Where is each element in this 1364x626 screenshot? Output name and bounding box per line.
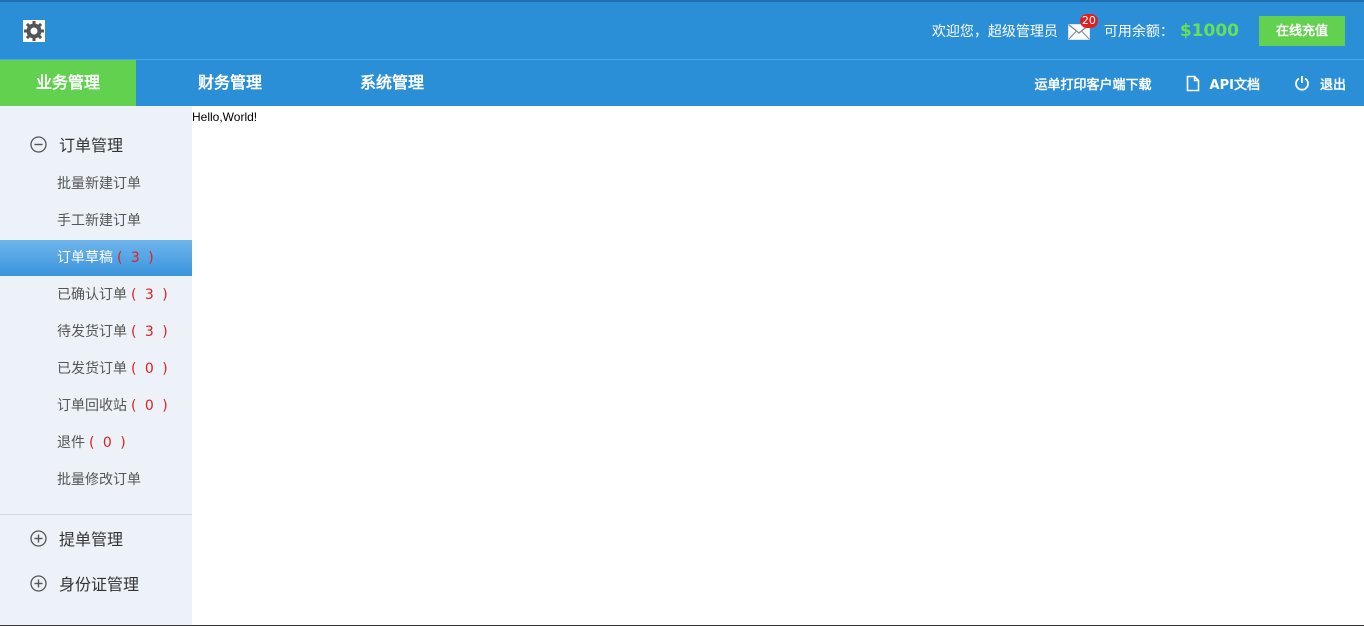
sidebar-item-label: 批量新建订单 xyxy=(57,176,141,192)
sidebar-item-label: 已发货订单 xyxy=(57,361,127,377)
sidebar-item-count: ( 0 ) xyxy=(131,398,170,414)
sidebar-item-label: 已确认订单 xyxy=(57,287,127,303)
sidebar-item-label: 手工新建订单 xyxy=(57,213,141,229)
sidebar-item-returns[interactable]: 退件( 0 ) xyxy=(0,425,192,461)
sidebar-group-orders-label: 订单管理 xyxy=(59,136,124,155)
sidebar-item-confirmed[interactable]: 已确认订单( 3 ) xyxy=(0,277,192,313)
sidebar-divider xyxy=(0,514,192,515)
balance-label: 可用余额： xyxy=(1103,23,1174,40)
sidebar-group-bill-of-lading[interactable]: 提单管理 xyxy=(30,526,123,550)
power-icon xyxy=(1295,76,1309,91)
sidebar: 订单管理 批量新建订单 手工新建订单 订单草稿( 3 ) 已确认订单( 3 ) … xyxy=(0,106,192,626)
content-text: Hello,World! xyxy=(192,110,258,124)
gear-icon[interactable] xyxy=(22,19,46,43)
header-user-area: 欢迎您，超级管理员 20 可用余额： $1000 在线充值 xyxy=(932,2,1345,59)
main-content: Hello,World! xyxy=(192,106,1364,626)
logout-link[interactable]: 退出 xyxy=(1294,74,1346,93)
sidebar-item-pending-shipment[interactable]: 待发货订单( 3 ) xyxy=(0,314,192,350)
sidebar-group-orders[interactable]: 订单管理 xyxy=(30,132,123,156)
sidebar-item-drafts[interactable]: 订单草稿( 3 ) xyxy=(0,240,192,276)
sidebar-item-label: 订单草稿 xyxy=(57,250,113,266)
mail-button[interactable]: 20 xyxy=(1067,13,1098,41)
sidebar-item-batch-edit[interactable]: 批量修改订单 xyxy=(0,462,192,498)
sidebar-group-bill-label: 提单管理 xyxy=(59,530,124,549)
main-nav: 业务管理 财务管理 系统管理 运单打印客户端下载 API文档 退出 xyxy=(0,59,1364,106)
sidebar-item-recycle-bin[interactable]: 订单回收站( 0 ) xyxy=(0,388,192,424)
balance-value: $1000 xyxy=(1179,20,1239,41)
minus-circle-icon xyxy=(30,135,47,153)
sidebar-group-id-card-label: 身份证管理 xyxy=(59,575,140,594)
sidebar-item-batch-create[interactable]: 批量新建订单 xyxy=(0,166,192,202)
sidebar-item-count: ( 3 ) xyxy=(117,250,156,266)
sidebar-item-count: ( 3 ) xyxy=(131,287,170,303)
sidebar-item-count: ( 0 ) xyxy=(131,361,170,377)
sidebar-group-id-card[interactable]: 身份证管理 xyxy=(30,571,139,595)
tab-finance[interactable]: 财务管理 xyxy=(170,60,290,106)
sidebar-item-label: 订单回收站 xyxy=(57,398,127,414)
nav-links: 运单打印客户端下载 API文档 退出 xyxy=(1035,60,1346,106)
top-header: 欢迎您，超级管理员 20 可用余额： $1000 在线充值 xyxy=(0,0,1364,59)
api-docs-label: API文档 xyxy=(1209,77,1260,93)
sidebar-item-label: 批量修改订单 xyxy=(57,472,141,488)
client-download-link[interactable]: 运单打印客户端下载 xyxy=(1035,74,1152,93)
sidebar-item-count: ( 0 ) xyxy=(89,435,128,451)
sidebar-item-count: ( 3 ) xyxy=(131,324,170,340)
tab-business[interactable]: 业务管理 xyxy=(0,60,136,106)
sidebar-item-shipped[interactable]: 已发货订单( 0 ) xyxy=(0,351,192,387)
plus-circle-icon xyxy=(30,574,47,592)
client-download-label: 运单打印客户端下载 xyxy=(1034,77,1152,93)
plus-circle-icon xyxy=(30,529,47,547)
welcome-text: 欢迎您，超级管理员 xyxy=(931,23,1058,40)
tab-system[interactable]: 系统管理 xyxy=(332,60,452,106)
document-icon xyxy=(1186,75,1199,91)
mail-count-badge: 20 xyxy=(1079,13,1098,28)
sidebar-item-manual-create[interactable]: 手工新建订单 xyxy=(0,203,192,239)
sidebar-item-label: 待发货订单 xyxy=(57,324,127,340)
api-docs-link[interactable]: API文档 xyxy=(1186,74,1260,93)
recharge-button[interactable]: 在线充值 xyxy=(1259,15,1345,46)
logout-label: 退出 xyxy=(1319,77,1346,93)
sidebar-item-label: 退件 xyxy=(57,435,85,451)
